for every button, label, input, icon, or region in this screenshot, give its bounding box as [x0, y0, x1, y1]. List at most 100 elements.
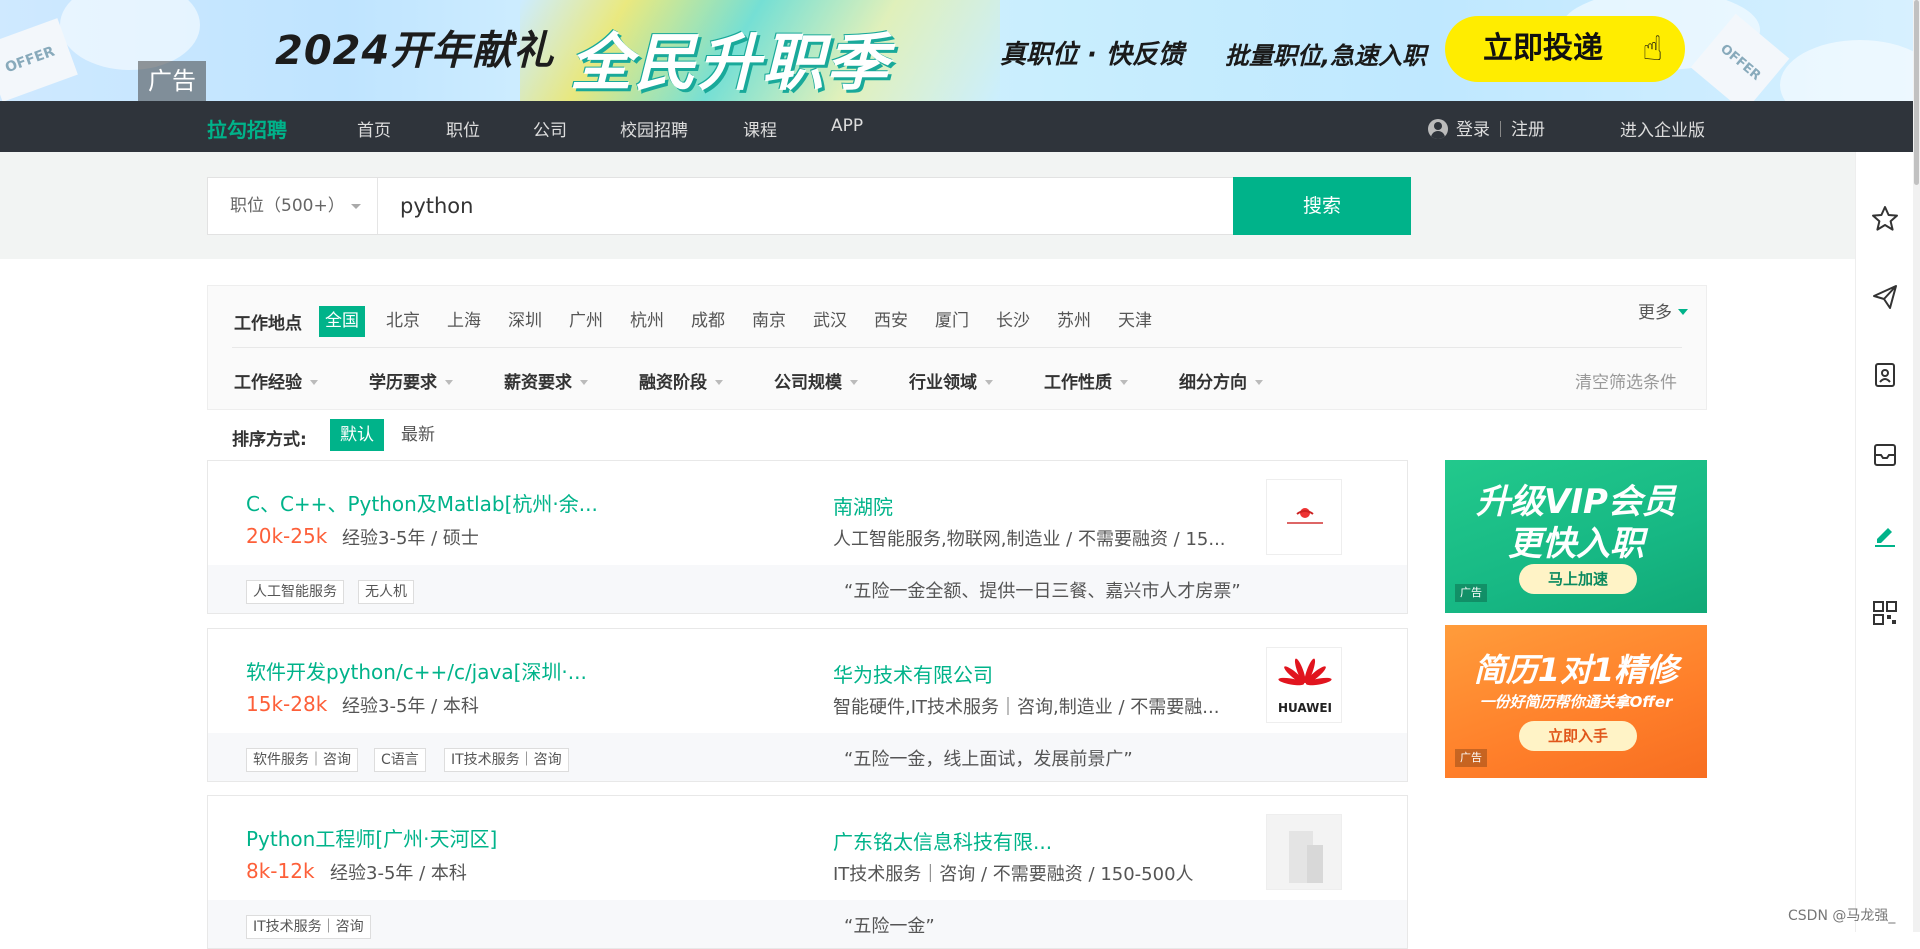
- vip-ad-button[interactable]: 马上加速: [1519, 564, 1637, 594]
- banner-cloud: [60, 0, 200, 70]
- job-requirements: 经验3-5年 / 硕士: [342, 528, 479, 549]
- apply-now-button[interactable]: 立即投递 ☝: [1445, 16, 1685, 82]
- more-cities-button[interactable]: 更多: [1638, 298, 1688, 323]
- city-option[interactable]: 武汉: [807, 306, 853, 337]
- city-option[interactable]: 深圳: [502, 306, 548, 337]
- banner-subtitle-2: 批量职位,急速入职: [1225, 42, 1427, 70]
- city-option[interactable]: 苏州: [1051, 306, 1097, 337]
- filter-label: 学历要求: [369, 373, 437, 393]
- job-tag: IT技术服务｜咨询: [444, 748, 569, 772]
- city-option[interactable]: 北京: [380, 306, 426, 337]
- job-tag: IT技术服务｜咨询: [246, 915, 371, 939]
- vip-ad[interactable]: 升级VIP会员 更快入职 马上加速 广告: [1445, 460, 1707, 613]
- city-option[interactable]: 杭州: [624, 306, 670, 337]
- filter-subfield[interactable]: 细分方向: [1179, 368, 1263, 393]
- filter-label: 薪资要求: [504, 373, 572, 393]
- enterprise-link[interactable]: 进入企业版: [1620, 116, 1705, 141]
- job-title[interactable]: C、C++、Python及Matlab[杭州·余...: [246, 488, 598, 517]
- chevron-down-icon: [351, 204, 361, 209]
- filter-experience[interactable]: 工作经验: [234, 368, 318, 393]
- qr-code-icon[interactable]: [1870, 598, 1900, 628]
- edit-icon[interactable]: [1870, 519, 1900, 549]
- company-logo[interactable]: [1266, 814, 1342, 890]
- top-navbar: 拉勾招聘 首页 职位 公司 校园招聘 课程 APP 登录 注册 进入企业版: [0, 101, 1913, 152]
- job-welfare: “五险一金全额、提供一日三餐、嘉兴市人才房票”: [844, 581, 1241, 602]
- nav-campus[interactable]: 校园招聘: [620, 116, 688, 141]
- company-name[interactable]: 华为技术有限公司: [833, 659, 993, 688]
- job-card-footer: 软件服务｜咨询 C语言 IT技术服务｜咨询 “五险一金，线上面试，发展前景广”: [208, 733, 1407, 781]
- pointer-hand-icon: ☝: [1642, 29, 1663, 69]
- promo-banner[interactable]: OFFER 广告 2024开年献礼 全民升职季 真职位 · 快反馈 批量职位,急…: [0, 0, 1913, 101]
- ad-label: 广告: [1455, 584, 1487, 602]
- filter-job-type[interactable]: 工作性质: [1044, 368, 1128, 393]
- city-option[interactable]: 厦门: [929, 306, 975, 337]
- job-title[interactable]: Python工程师[广州·天河区]: [246, 823, 497, 852]
- chevron-down-icon: [580, 380, 588, 385]
- inbox-icon[interactable]: [1870, 440, 1900, 470]
- scrollbar-thumb[interactable]: [1914, 0, 1919, 185]
- filter-label: 工作性质: [1044, 373, 1112, 393]
- search-button[interactable]: 搜索: [1233, 177, 1411, 235]
- job-title[interactable]: 软件开发python/c++/c/java[深圳·...: [246, 656, 587, 685]
- banner-title-left: 2024开年献礼: [275, 28, 555, 74]
- city-option[interactable]: 全国: [319, 306, 365, 337]
- watermark: CSDN @马龙强_: [1788, 908, 1896, 924]
- sort-default[interactable]: 默认: [330, 419, 384, 451]
- job-requirements: 经验3-5年 / 本科: [330, 863, 467, 884]
- company-name[interactable]: 南湖院: [833, 491, 893, 520]
- job-card[interactable]: Python工程师[广州·天河区] 8k-12k 经验3-5年 / 本科 广东铭…: [207, 795, 1408, 949]
- city-option[interactable]: 西安: [868, 306, 914, 337]
- city-option[interactable]: 成都: [685, 306, 731, 337]
- filter-company-size[interactable]: 公司规模: [774, 368, 858, 393]
- filter-label: 细分方向: [1179, 373, 1247, 393]
- nav-app[interactable]: APP: [831, 116, 863, 136]
- apply-now-label: 立即投递: [1483, 31, 1603, 66]
- caret-down-icon: [1678, 309, 1688, 315]
- city-option[interactable]: 天津: [1112, 306, 1158, 337]
- vip-ad-line2: 更快入职: [1508, 524, 1644, 564]
- nav-courses[interactable]: 课程: [743, 116, 777, 141]
- site-logo[interactable]: 拉勾招聘: [207, 114, 287, 143]
- register-link[interactable]: 注册: [1511, 120, 1545, 140]
- job-card[interactable]: 软件开发python/c++/c/java[深圳·... 15k-28k 经验3…: [207, 628, 1408, 782]
- job-welfare: “五险一金”: [844, 916, 935, 937]
- resume-ad-button[interactable]: 立即入手: [1519, 721, 1637, 751]
- location-label: 工作地点: [234, 314, 302, 334]
- city-option[interactable]: 上海: [441, 306, 487, 337]
- nav-jobs[interactable]: 职位: [446, 116, 480, 141]
- city-option[interactable]: 长沙: [990, 306, 1036, 337]
- resume-icon[interactable]: [1870, 360, 1900, 390]
- company-logo[interactable]: [1266, 479, 1342, 555]
- filter-label: 融资阶段: [639, 373, 707, 393]
- banner-title-main: 全民升职季: [570, 26, 891, 99]
- job-welfare: “五险一金，线上面试，发展前景广”: [844, 749, 1133, 770]
- sort-latest[interactable]: 最新: [391, 419, 445, 451]
- filter-label: 行业领域: [909, 373, 977, 393]
- nav-companies[interactable]: 公司: [533, 116, 567, 141]
- filter-funding[interactable]: 融资阶段: [639, 368, 723, 393]
- nav-home[interactable]: 首页: [357, 116, 391, 141]
- send-icon[interactable]: [1870, 282, 1900, 312]
- huawei-logo-text: HUAWEI: [1278, 701, 1332, 715]
- login-link[interactable]: 登录: [1456, 120, 1490, 140]
- resume-ad-line1: 简历1对1精修: [1473, 651, 1679, 689]
- filter-panel: 工作地点 全国 北京 上海 深圳 广州 杭州 成都 南京 武汉 西安 厦门 长沙…: [207, 285, 1707, 410]
- job-card[interactable]: C、C++、Python及Matlab[杭州·余... 20k-25k 经验3-…: [207, 460, 1408, 614]
- filter-education[interactable]: 学历要求: [369, 368, 453, 393]
- resume-ad[interactable]: 简历1对1精修 一份好简历帮你通关拿Offer 立即入手 广告: [1445, 625, 1707, 778]
- job-tag: 人工智能服务: [246, 580, 344, 604]
- filter-salary[interactable]: 薪资要求: [504, 368, 588, 393]
- filter-industry[interactable]: 行业领域: [909, 368, 993, 393]
- clear-filters-link[interactable]: 清空筛选条件: [1575, 368, 1677, 393]
- page-scrollbar[interactable]: [1913, 0, 1920, 932]
- company-name[interactable]: 广东铭太信息科技有限...: [833, 826, 1052, 855]
- job-tag: 软件服务｜咨询: [246, 748, 358, 772]
- city-option[interactable]: 广州: [563, 306, 609, 337]
- star-icon[interactable]: [1870, 204, 1900, 234]
- company-logo[interactable]: HUAWEI: [1266, 647, 1342, 723]
- chevron-down-icon: [850, 380, 858, 385]
- search-type-select[interactable]: 职位（500+）: [208, 178, 378, 234]
- job-salary: 20k-25k: [246, 524, 328, 548]
- search-input[interactable]: [398, 178, 1218, 234]
- city-option[interactable]: 南京: [746, 306, 792, 337]
